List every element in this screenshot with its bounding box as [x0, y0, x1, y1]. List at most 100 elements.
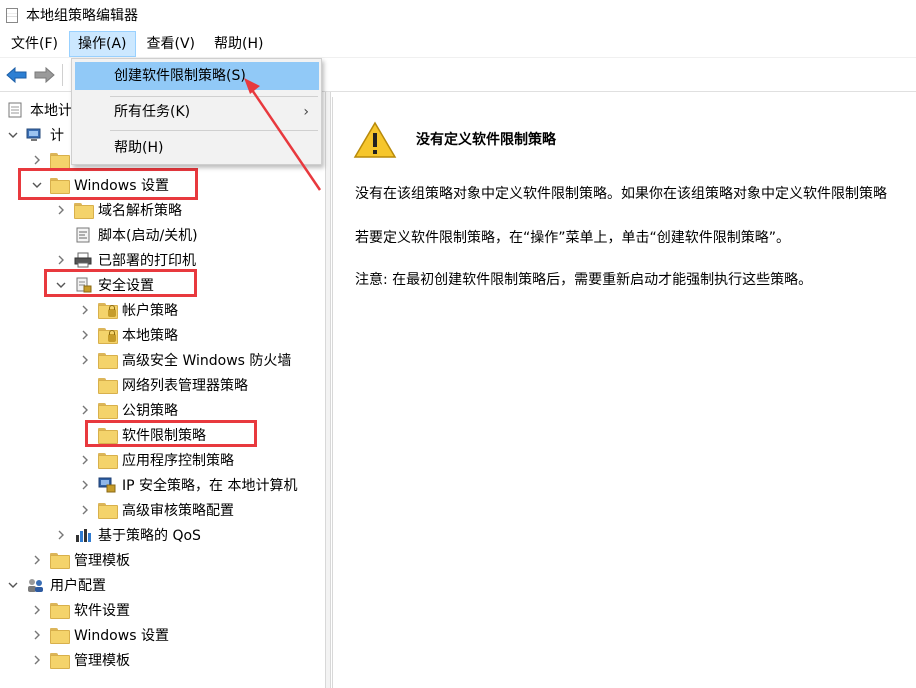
tree-root-label: 本地计: [30, 102, 72, 119]
menu-view[interactable]: 查看(V): [139, 31, 204, 57]
highlight-box-security-settings: [44, 269, 197, 297]
tree-ipsec-label: IP 安全策略，在 本地计算机: [122, 477, 298, 494]
tree-pubkey-label: 公钥策略: [122, 402, 178, 419]
detail-pane: 没有定义软件限制策略 没有在该组策略对象中定义软件限制策略。如果你在该组策略对象…: [332, 97, 916, 688]
chevron-right-icon[interactable]: [78, 478, 92, 492]
chevron-right-icon[interactable]: [78, 453, 92, 467]
tree-qos-label: 基于策略的 QoS: [98, 527, 201, 544]
menu-help[interactable]: 帮助(H): [206, 31, 271, 57]
computer-icon: [26, 127, 44, 143]
tree-audit[interactable]: 高级审核策略配置: [78, 497, 234, 522]
menu-item-all-tasks[interactable]: 所有任务(K) ›: [75, 98, 319, 126]
menu-bar: 文件(F) 操作(A) 查看(V) 帮助(H): [0, 30, 916, 58]
tree-qos[interactable]: 基于策略的 QoS: [54, 522, 201, 547]
menu-item-create-srp[interactable]: 创建软件限制策略(S): [75, 62, 319, 90]
pane-splitter[interactable]: [326, 92, 331, 688]
folder-icon: [50, 602, 70, 619]
tree-firewall[interactable]: 高级安全 Windows 防火墙: [78, 347, 291, 372]
menu-file[interactable]: 文件(F): [3, 31, 66, 57]
chevron-right-icon[interactable]: [78, 328, 92, 342]
title-bar: 本地组策略编辑器: [0, 0, 916, 30]
locked-folder-icon: [98, 302, 118, 319]
highlight-box-software-restriction: [85, 420, 257, 447]
tree-user-windows-label: Windows 设置: [74, 627, 169, 644]
tree-firewall-label: 高级安全 Windows 防火墙: [122, 352, 292, 369]
chevron-right-icon[interactable]: [54, 528, 68, 542]
ipsec-icon: [98, 477, 116, 493]
menu-item-help[interactable]: 帮助(H): [75, 134, 319, 162]
highlight-box-windows-settings: [18, 168, 198, 200]
chevron-right-icon[interactable]: [30, 153, 44, 167]
detail-line-3: 注意: 在最初创建软件限制策略后，需要重新启动才能强制执行这些策略。: [355, 272, 813, 288]
tree-user-admin-templates[interactable]: 管理模板: [30, 647, 130, 672]
folder-icon: [98, 452, 118, 469]
back-button[interactable]: [6, 66, 28, 84]
tree-dns-policy[interactable]: 域名解析策略: [54, 197, 182, 222]
tree-ipsec[interactable]: IP 安全策略，在 本地计算机: [78, 472, 297, 497]
folder-icon: [74, 202, 94, 219]
chevron-right-icon[interactable]: [30, 628, 44, 642]
chevron-right-icon[interactable]: [54, 253, 68, 267]
tree-user-software[interactable]: 软件设置: [30, 597, 130, 622]
tree-local-policy[interactable]: 本地策略: [78, 322, 178, 347]
chevron-right-icon[interactable]: [78, 303, 92, 317]
detail-line-1: 没有在该组策略对象中定义软件限制策略。如果你在该组策略对象中定义软件限制策略: [355, 186, 887, 202]
tree-admin-templates-label: 管理模板: [74, 552, 130, 569]
tree-dns-policy-label: 域名解析策略: [98, 202, 182, 219]
tree-local-policy-label: 本地策略: [122, 327, 178, 344]
folder-icon: [98, 402, 118, 419]
tree-computer-config[interactable]: 计: [6, 122, 64, 147]
tree-user-config-label: 用户配置: [50, 577, 106, 594]
folder-icon: [50, 652, 70, 669]
locked-folder-icon: [98, 327, 118, 344]
chevron-down-icon[interactable]: [6, 578, 20, 592]
folder-icon: [50, 627, 70, 644]
tree-netlist-label: 网络列表管理器策略: [122, 377, 248, 394]
app-icon: [6, 7, 18, 23]
chevron-right-icon[interactable]: [30, 553, 44, 567]
detail-line-2: 若要定义软件限制策略，在“操作”菜单上，单击“创建软件限制策略”。: [355, 230, 791, 246]
chevron-right-icon[interactable]: [30, 603, 44, 617]
tree-audit-label: 高级审核策略配置: [122, 502, 234, 519]
user-icon: [26, 577, 44, 593]
tree-user-windows[interactable]: Windows 设置: [30, 622, 169, 647]
chevron-right-icon: ›: [303, 104, 309, 120]
chevron-right-icon[interactable]: [30, 653, 44, 667]
policy-doc-icon: [6, 102, 24, 118]
tree-pubkey[interactable]: 公钥策略: [78, 397, 178, 422]
forward-button[interactable]: [33, 66, 55, 84]
folder-icon: [50, 552, 70, 569]
tree-user-admin-templates-label: 管理模板: [74, 652, 130, 669]
tree-scripts[interactable]: 脚本(启动/关机): [68, 222, 198, 247]
tree-scripts-label: 脚本(启动/关机): [98, 227, 198, 244]
menu-action[interactable]: 操作(A): [68, 30, 136, 57]
folder-icon: [50, 152, 70, 169]
tree-user-software-label: 软件设置: [74, 602, 130, 619]
chevron-down-icon[interactable]: [6, 128, 20, 142]
chevron-right-icon[interactable]: [54, 203, 68, 217]
bar-chart-icon: [74, 527, 92, 543]
tree-admin-templates[interactable]: 管理模板: [30, 547, 130, 572]
detail-title: 没有定义软件限制策略: [416, 132, 556, 148]
window-title: 本地组策略编辑器: [26, 8, 138, 24]
script-icon: [74, 227, 92, 243]
tree-netlist[interactable]: 网络列表管理器策略: [92, 372, 248, 397]
chevron-right-icon[interactable]: [78, 353, 92, 367]
folder-icon: [98, 502, 118, 519]
printer-icon: [74, 252, 92, 268]
chevron-right-icon[interactable]: [78, 403, 92, 417]
action-dropdown-menu: 创建软件限制策略(S) 所有任务(K) › 帮助(H): [71, 58, 322, 165]
chevron-right-icon[interactable]: [78, 503, 92, 517]
tree-computer-config-label: 计: [50, 127, 64, 144]
menu-item-all-tasks-label: 所有任务(K): [114, 104, 191, 120]
tree-printers-label: 已部署的打印机: [98, 252, 196, 269]
toolbar-separator: [62, 64, 63, 86]
tree-applocker[interactable]: 应用程序控制策略: [78, 447, 234, 472]
warning-icon: [353, 121, 397, 158]
tree-user-config[interactable]: 用户配置: [6, 572, 106, 597]
back-arrow-icon: [6, 66, 27, 84]
tree-root[interactable]: 本地计: [4, 97, 72, 122]
tree-account-policy-label: 帐户策略: [122, 302, 178, 319]
tree-account-policy[interactable]: 帐户策略: [78, 297, 178, 322]
forward-arrow-icon: [34, 66, 55, 84]
